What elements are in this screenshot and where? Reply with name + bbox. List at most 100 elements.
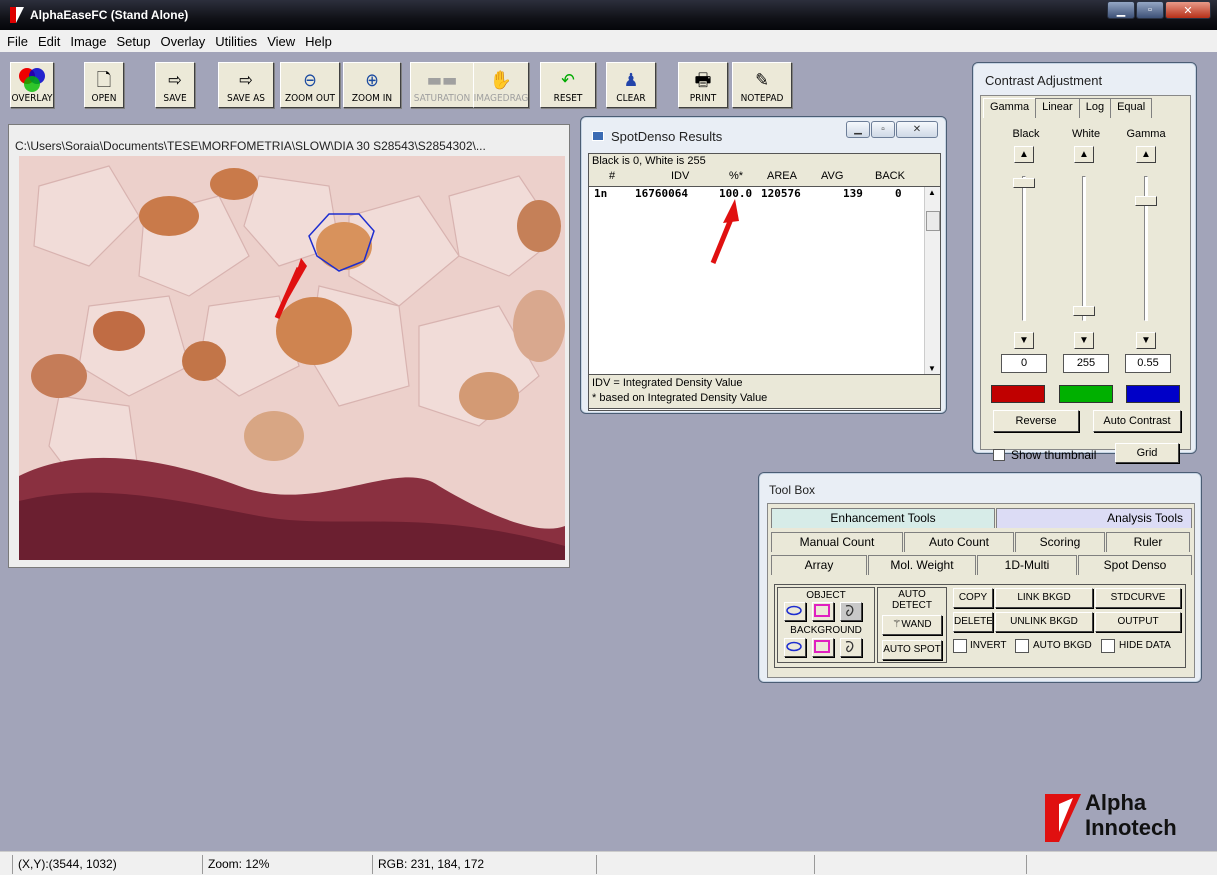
save-as-button[interactable]: ⇨ SAVE AS	[218, 62, 274, 108]
tab-equal[interactable]: Equal	[1110, 98, 1153, 118]
overlay-button[interactable]: OVERLAY	[10, 62, 54, 108]
white-slider-track[interactable]	[1082, 176, 1086, 321]
window-title: AlphaEaseFC (Stand Alone)	[30, 8, 189, 22]
overlay-icon	[19, 68, 45, 92]
blue-channel-swatch[interactable]	[1126, 385, 1180, 403]
invert-checkbox[interactable]	[953, 639, 967, 653]
auto-contrast-button[interactable]: Auto Contrast	[1093, 410, 1181, 432]
save-as-icon: ⇨	[239, 70, 253, 91]
reset-button[interactable]: ↶ RESET	[540, 62, 596, 108]
menu-utilities[interactable]: Utilities	[210, 30, 262, 52]
maximize-button[interactable]: ▫	[1136, 1, 1164, 19]
saturation-icon: ▬▬	[426, 70, 458, 91]
background-ellipse-icon[interactable]	[784, 638, 806, 657]
scroll-down-icon[interactable]: ▼	[928, 364, 936, 373]
menu-overlay[interactable]: Overlay	[155, 30, 210, 52]
tab-analysis-tools[interactable]: Analysis Tools	[996, 508, 1192, 528]
wand-button[interactable]: ⚚WAND	[882, 615, 942, 635]
gamma-slider-knob[interactable]	[1135, 196, 1157, 206]
tab-linear[interactable]: Linear	[1035, 98, 1080, 118]
tab-1d-multi[interactable]: 1D-Multi	[977, 555, 1077, 575]
menu-help[interactable]: Help	[300, 30, 337, 52]
unlink-bkgd-button[interactable]: UNLINK BKGD	[995, 612, 1093, 632]
app-logo-icon	[10, 7, 24, 23]
tab-enhancement-tools[interactable]: Enhancement Tools	[771, 508, 995, 528]
hide-data-checkbox[interactable]	[1101, 639, 1115, 653]
minimize-icon[interactable]: ▁	[846, 121, 870, 138]
gamma-down-arrow-icon[interactable]: ▼	[1136, 332, 1156, 349]
close-button[interactable]: ✕	[1165, 1, 1211, 19]
open-icon: 🗋	[96, 70, 112, 91]
auto-spot-button[interactable]: AUTO SPOT	[882, 640, 942, 660]
white-down-arrow-icon[interactable]: ▼	[1074, 332, 1094, 349]
copy-button[interactable]: COPY	[953, 588, 993, 608]
black-up-arrow-icon[interactable]: ▲	[1014, 146, 1034, 163]
tab-ruler[interactable]: Ruler	[1106, 532, 1190, 552]
object-ellipse-icon[interactable]	[784, 602, 806, 621]
micrograph-image[interactable]	[19, 156, 565, 560]
object-rectangle-icon[interactable]	[812, 602, 834, 621]
menu-view[interactable]: View	[262, 30, 300, 52]
logo-line-2: Innotech	[1085, 815, 1177, 840]
menu-file[interactable]: File	[2, 30, 33, 52]
table-row[interactable]: 1n 16760064 100.0 120576 139 0	[589, 187, 919, 201]
notepad-icon: ✎	[755, 70, 769, 91]
tab-manual-count[interactable]: Manual Count	[771, 532, 903, 552]
zoom-in-button[interactable]: ⊕ ZOOM IN	[343, 62, 401, 108]
zoom-out-button[interactable]: ⊖ ZOOM OUT	[280, 62, 340, 108]
tab-spot-denso[interactable]: Spot Denso	[1078, 555, 1192, 575]
menu-setup[interactable]: Setup	[112, 30, 156, 52]
tab-log[interactable]: Log	[1078, 98, 1112, 118]
tab-scoring[interactable]: Scoring	[1015, 532, 1105, 552]
save-button[interactable]: ⇨ SAVE	[155, 62, 195, 108]
alpha-innotech-logo-icon	[1045, 794, 1081, 842]
stdcurve-button[interactable]: STDCURVE	[1095, 588, 1181, 608]
link-bkgd-button[interactable]: LINK BKGD	[995, 588, 1093, 608]
saturation-button[interactable]: ▬▬ SATURATION	[410, 62, 474, 108]
notepad-button[interactable]: ✎ NOTEPAD	[732, 62, 792, 108]
menu-edit[interactable]: Edit	[33, 30, 65, 52]
status-field-6	[1026, 855, 1216, 874]
reverse-button[interactable]: Reverse	[993, 410, 1079, 432]
white-up-arrow-icon[interactable]: ▲	[1074, 146, 1094, 163]
menu-image[interactable]: Image	[65, 30, 111, 52]
close-icon[interactable]: ✕	[896, 121, 938, 138]
clear-button[interactable]: ♟ CLEAR	[606, 62, 656, 108]
maximize-icon[interactable]: ▫	[871, 121, 895, 138]
open-button[interactable]: 🗋 OPEN	[84, 62, 124, 108]
background-freehand-icon[interactable]	[840, 638, 862, 657]
tab-array[interactable]: Array	[771, 555, 867, 575]
scroll-thumb[interactable]	[926, 211, 940, 231]
tab-mol-weight[interactable]: Mol. Weight	[868, 555, 976, 575]
print-button[interactable]: 🖶 PRINT	[678, 62, 728, 108]
auto-bkgd-checkbox[interactable]	[1015, 639, 1029, 653]
white-value-field[interactable]: 255	[1063, 354, 1109, 373]
black-slider-track[interactable]	[1022, 176, 1026, 321]
auto-bkgd-label: AUTO BKGD	[1033, 640, 1092, 651]
image-drag-button[interactable]: ✋ IMAGEDRAG	[473, 62, 529, 108]
label-white: White	[1071, 128, 1101, 140]
red-channel-swatch[interactable]	[991, 385, 1045, 403]
background-rectangle-icon[interactable]	[812, 638, 834, 657]
scroll-up-icon[interactable]: ▲	[928, 188, 936, 197]
gamma-value-field[interactable]: 0.55	[1125, 354, 1171, 373]
label-black: Black	[1012, 128, 1040, 140]
vertical-scrollbar[interactable]: ▲ ▼	[924, 187, 940, 374]
tab-auto-count[interactable]: Auto Count	[904, 532, 1014, 552]
tissue-image	[19, 156, 565, 560]
show-thumbnail-checkbox[interactable]	[993, 449, 1005, 461]
minimize-button[interactable]: ▁	[1107, 1, 1135, 19]
tab-gamma[interactable]: Gamma	[983, 98, 1037, 118]
title-bar: AlphaEaseFC (Stand Alone) ▁ ▫ ✕	[0, 0, 1217, 30]
status-field-4	[596, 855, 814, 874]
delete-button[interactable]: DELETE	[953, 612, 993, 632]
white-slider-knob[interactable]	[1073, 306, 1095, 316]
output-button[interactable]: OUTPUT	[1095, 612, 1181, 632]
black-slider-knob[interactable]	[1013, 178, 1035, 188]
green-channel-swatch[interactable]	[1059, 385, 1113, 403]
black-down-arrow-icon[interactable]: ▼	[1014, 332, 1034, 349]
object-freehand-icon[interactable]	[840, 602, 862, 621]
grid-button[interactable]: Grid	[1115, 443, 1179, 463]
gamma-up-arrow-icon[interactable]: ▲	[1136, 146, 1156, 163]
black-value-field[interactable]: 0	[1001, 354, 1047, 373]
